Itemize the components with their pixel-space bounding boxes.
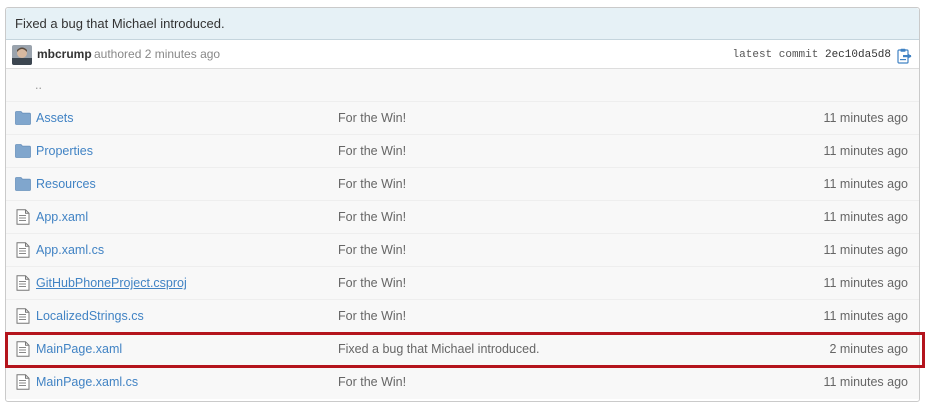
file-row[interactable]: MainPage.xaml Fixed a bug that Michael in…	[6, 333, 919, 366]
file-age: 11 minutes ago	[823, 276, 908, 290]
file-icon	[16, 209, 32, 225]
commit-hash[interactable]: 2ec10da5d8	[825, 49, 891, 61]
file-icon	[16, 341, 32, 357]
commit-message-link[interactable]: For the Win!	[338, 102, 406, 135]
latest-commit: latest commit 2ec10da5d8	[733, 41, 891, 70]
file-icon	[16, 374, 32, 390]
file-row[interactable]: MainPage.xaml.cs For the Win! 11 minutes a…	[6, 366, 919, 399]
file-age: 11 minutes ago	[823, 144, 908, 158]
commit-message-link[interactable]: For the Win!	[338, 201, 406, 234]
latest-commit-label: latest commit	[732, 49, 819, 61]
file-age: 11 minutes ago	[823, 243, 908, 257]
file-row[interactable]: GitHubPhoneProject.csproj For the Win! 11 …	[6, 267, 919, 300]
file-icon	[16, 242, 32, 258]
file-name-link[interactable]: MainPage.xaml.cs	[36, 366, 138, 399]
file-name-link[interactable]: Resources	[36, 168, 96, 201]
commit-message-link[interactable]: For the Win!	[338, 168, 406, 201]
file-browser: Fixed a bug that Michael introduced. mbc…	[5, 7, 920, 402]
commit-message-link[interactable]: For the Win!	[338, 135, 406, 168]
authored-time: authored 2 minutes ago	[94, 47, 221, 61]
folder-icon	[15, 111, 31, 126]
file-age: 11 minutes ago	[823, 375, 908, 389]
folder-row[interactable]: Properties For the Win! 11 minutes ago	[6, 135, 919, 168]
file-age: 11 minutes ago	[823, 309, 908, 323]
commit-meta: mbcrump authored 2 minutes ago latest co…	[6, 40, 919, 69]
commit-message-link[interactable]: Fixed a bug that Michael introduced.	[338, 333, 540, 366]
commit-message-link[interactable]: For the Win!	[338, 366, 406, 399]
file-name-link[interactable]: Properties	[36, 135, 93, 168]
file-age: 11 minutes ago	[823, 111, 908, 125]
file-icon	[16, 275, 32, 291]
commit-message-link[interactable]: For the Win!	[338, 234, 406, 267]
file-row[interactable]: App.xaml For the Win! 11 minutes ago	[6, 201, 919, 234]
folder-icon	[15, 177, 31, 192]
file-row[interactable]: LocalizedStrings.cs For the Win! 11 minute…	[6, 300, 919, 333]
file-age: 11 minutes ago	[823, 177, 908, 191]
parent-directory-link[interactable]: ..	[35, 69, 42, 102]
file-age: 2 minutes ago	[829, 342, 908, 356]
author-link[interactable]: mbcrump	[37, 40, 92, 69]
commit-message-link[interactable]: For the Win!	[338, 300, 406, 333]
file-name-link[interactable]: MainPage.xaml	[36, 333, 122, 366]
file-list: .. Assets For the Win! 11 minutes ago Prope…	[6, 69, 919, 399]
file-name-link[interactable]: LocalizedStrings.cs	[36, 300, 144, 333]
file-name-link[interactable]: App.xaml.cs	[36, 234, 104, 267]
folder-row[interactable]: Assets For the Win! 11 minutes ago	[6, 102, 919, 135]
file-row[interactable]: App.xaml.cs For the Win! 11 minutes ago	[6, 234, 919, 267]
folder-icon	[15, 144, 31, 159]
commit-title: Fixed a bug that Michael introduced.	[6, 8, 919, 40]
file-age: 11 minutes ago	[823, 210, 908, 224]
commit-message-link[interactable]: For the Win!	[338, 267, 406, 300]
copy-clipboard-icon[interactable]	[897, 46, 912, 64]
file-name-link[interactable]: App.xaml	[36, 201, 88, 234]
parent-directory-row[interactable]: ..	[6, 69, 919, 102]
avatar[interactable]	[12, 45, 32, 65]
file-icon	[16, 308, 32, 324]
file-name-link[interactable]: GitHubPhoneProject.csproj	[36, 267, 187, 300]
folder-row[interactable]: Resources For the Win! 11 minutes ago	[6, 168, 919, 201]
file-name-link[interactable]: Assets	[36, 102, 74, 135]
